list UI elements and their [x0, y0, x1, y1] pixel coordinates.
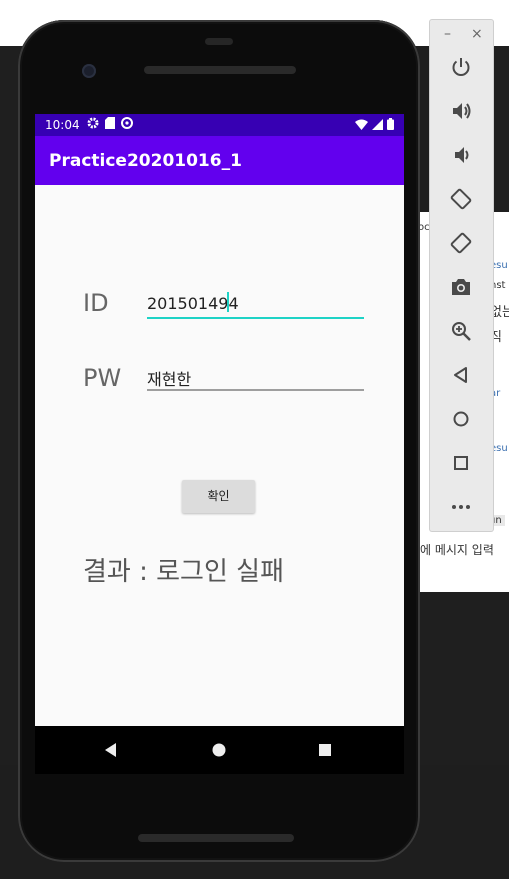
id-input-value: 201501494: [147, 294, 239, 313]
more-icon[interactable]: [445, 491, 477, 523]
earpiece-speaker: [144, 66, 296, 74]
bottom-speaker: [138, 834, 294, 842]
overview-icon[interactable]: [315, 740, 335, 760]
bg-message-input[interactable]: 에 메시지 입력: [420, 541, 494, 558]
android-nav-bar: [35, 726, 404, 774]
id-input[interactable]: 201501494: [147, 291, 364, 319]
status-time: 10:04: [45, 118, 80, 132]
home-icon[interactable]: [445, 403, 477, 435]
overview-icon[interactable]: [445, 447, 477, 479]
camera-icon[interactable]: [445, 271, 477, 303]
sync-icon: [121, 117, 133, 132]
emulator-toolbar: – ×: [430, 20, 493, 531]
settings-icon: [87, 117, 99, 132]
id-label: ID: [83, 289, 109, 317]
status-bar: 10:04: [35, 114, 404, 136]
back-icon[interactable]: [445, 359, 477, 391]
pw-label: PW: [83, 364, 122, 392]
close-button[interactable]: ×: [471, 26, 483, 42]
pw-input[interactable]: 재현한: [147, 363, 364, 391]
pw-input-value: 재현한: [147, 370, 192, 389]
confirm-button[interactable]: 확인: [182, 480, 255, 513]
back-icon[interactable]: [101, 740, 121, 760]
power-icon[interactable]: [445, 51, 477, 83]
sd-card-icon: [105, 117, 115, 132]
volume-up-icon[interactable]: [445, 95, 477, 127]
signal-icon: [372, 118, 383, 133]
rotate-right-icon[interactable]: [445, 227, 477, 259]
rotate-left-icon[interactable]: [445, 183, 477, 215]
text-cursor: [227, 292, 229, 312]
home-icon[interactable]: [209, 740, 229, 760]
proximity-sensor: [205, 38, 233, 45]
app-bar: Practice20201016_1: [35, 136, 404, 185]
volume-down-icon[interactable]: [445, 139, 477, 171]
wifi-icon: [355, 119, 368, 133]
front-camera: [82, 64, 96, 78]
battery-icon: [387, 118, 394, 133]
zoom-icon[interactable]: [445, 315, 477, 347]
app-screen: 10:04 Practice20201016_1 ID 201501494 PW…: [35, 114, 404, 726]
app-title: Practice20201016_1: [49, 151, 242, 171]
result-text: 결과 : 로그인 실패: [83, 557, 284, 587]
minimize-button[interactable]: –: [444, 26, 451, 42]
